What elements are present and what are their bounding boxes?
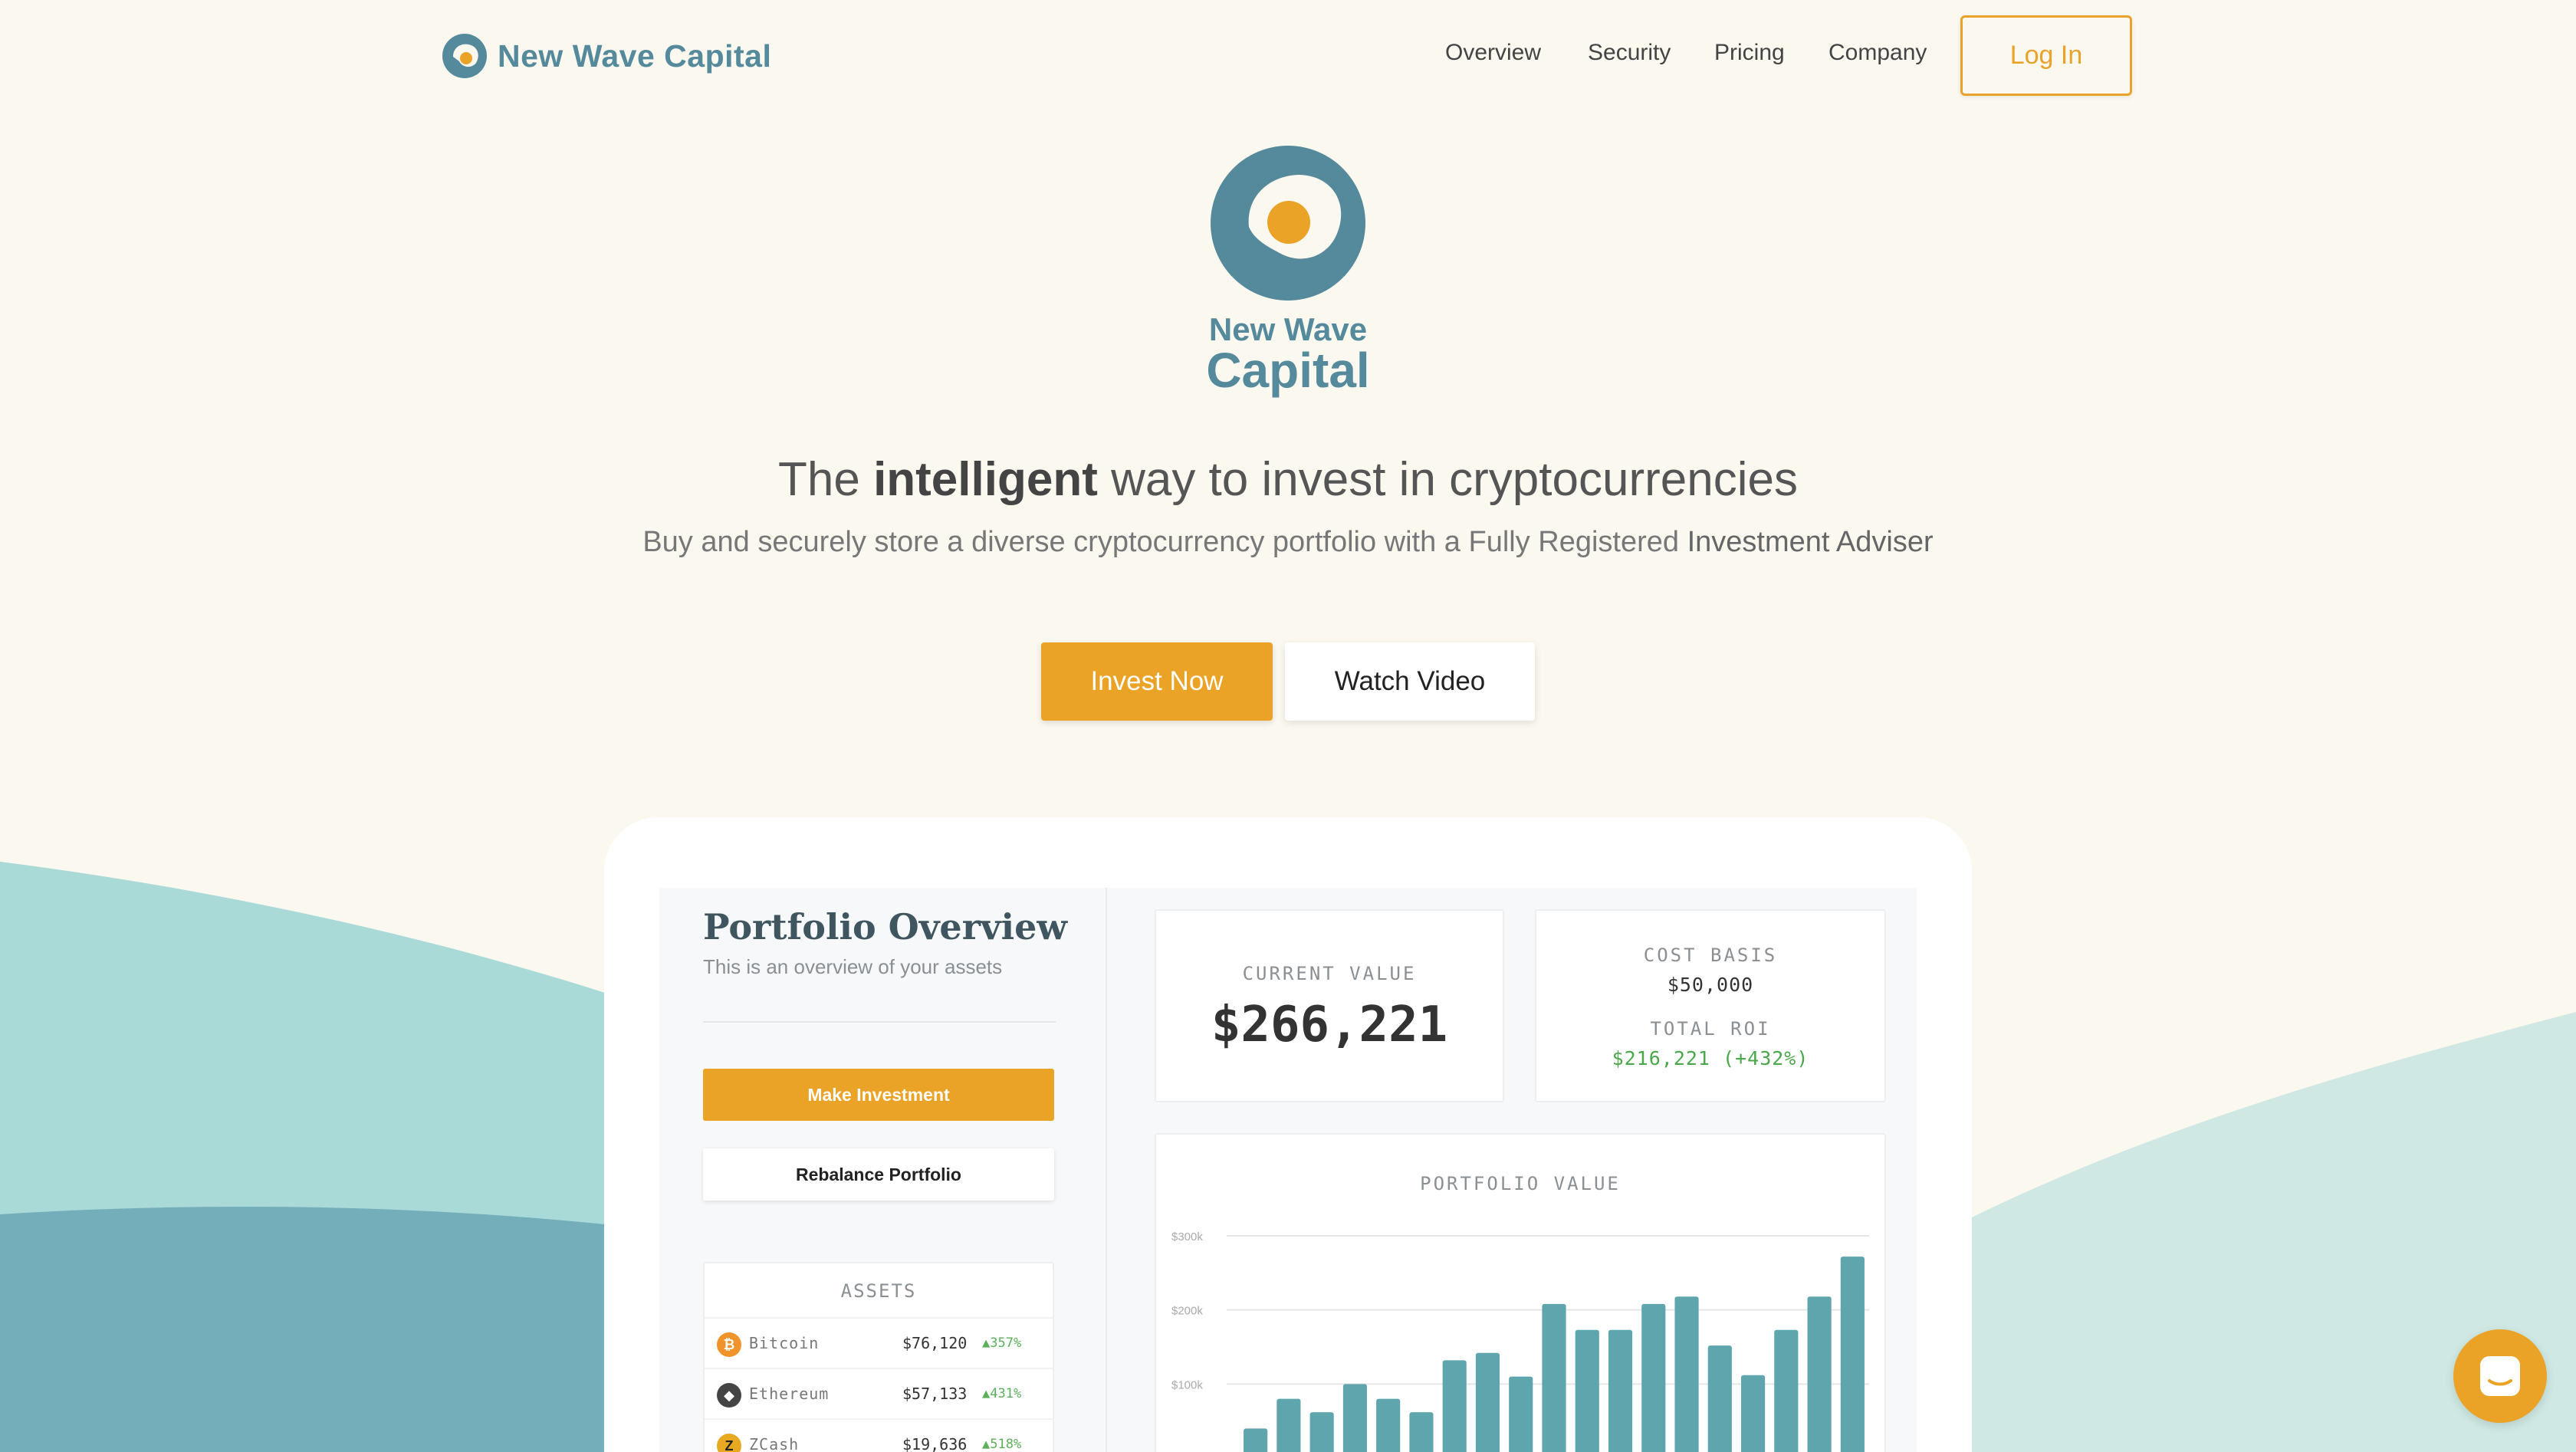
- chart-bar[interactable]: [1376, 1398, 1401, 1452]
- bitcoin-icon: ₿: [717, 1332, 741, 1357]
- chart-bar[interactable]: [1475, 1352, 1500, 1452]
- chat-launcher-button[interactable]: [2453, 1329, 2547, 1423]
- chart-bar[interactable]: [1674, 1296, 1699, 1452]
- asset-name: ZCash: [749, 1435, 800, 1452]
- chart-bar[interactable]: [1807, 1296, 1832, 1452]
- asset-row-bitcoin[interactable]: ₿ Bitcoin $76,120 ▲357%: [705, 1317, 1053, 1368]
- chart-bar[interactable]: [1309, 1412, 1334, 1452]
- chart-bar[interactable]: [1575, 1329, 1599, 1452]
- y-tick-label: $200k: [1171, 1305, 1203, 1318]
- hero-headline: The intelligent way to invest in cryptoc…: [0, 452, 2576, 507]
- cost-basis-card: COST BASIS $50,000 TOTAL ROI $216,221 (+…: [1535, 909, 1886, 1102]
- hero-subheadline: Buy and securely store a diverse cryptoc…: [0, 526, 2576, 559]
- chart-bar[interactable]: [1741, 1375, 1766, 1452]
- nav-pricing[interactable]: Pricing: [1714, 40, 1785, 66]
- current-value-label: CURRENT VALUE: [1242, 963, 1417, 984]
- site-header: New Wave Capital Overview Security Prici…: [0, 0, 2576, 112]
- total-roi-label: TOTAL ROI: [1650, 1018, 1771, 1040]
- chart-bar[interactable]: [1542, 1303, 1566, 1452]
- hero-logo-line2: Capital: [1206, 343, 1370, 398]
- chart-bar[interactable]: [1276, 1398, 1301, 1452]
- y-tick-label: $300k: [1171, 1230, 1203, 1243]
- chart-bar[interactable]: [1641, 1303, 1666, 1452]
- headline-post: way to invest in cryptocurrencies: [1097, 453, 1798, 506]
- chart-bar[interactable]: [1774, 1329, 1799, 1452]
- nav-overview[interactable]: Overview: [1445, 40, 1541, 66]
- chart-bar[interactable]: [1509, 1376, 1533, 1452]
- login-button[interactable]: Log In: [1960, 15, 2132, 96]
- asset-row-zcash[interactable]: Z ZCash $19,636 ▲518%: [705, 1418, 1053, 1452]
- subline-pre: Buy and securely store a diverse cryptoc…: [642, 526, 1687, 558]
- portfolio-value-chart: PORTFOLIO VALUE $0$100k$200k$300k: [1155, 1133, 1886, 1452]
- asset-change: ▲518%: [982, 1437, 1022, 1452]
- asset-value: $76,120: [902, 1334, 968, 1352]
- chart-bar[interactable]: [1342, 1384, 1367, 1452]
- asset-value: $57,133: [902, 1385, 968, 1403]
- ethereum-icon: ◆: [717, 1383, 741, 1408]
- brand-name: New Wave Capital: [498, 38, 772, 74]
- cost-basis-value: $50,000: [1667, 974, 1754, 996]
- asset-value: $19,636: [902, 1435, 968, 1452]
- headline-pre: The: [778, 453, 874, 506]
- assets-title: ASSETS: [840, 1280, 917, 1302]
- rebalance-portfolio-button[interactable]: Rebalance Portfolio: [703, 1148, 1054, 1201]
- portfolio-bar-chart: $0$100k$200k$300k: [1171, 1230, 1869, 1452]
- dashboard-preview: Portfolio Overview This is an overview o…: [659, 888, 1917, 1452]
- nav-security[interactable]: Security: [1588, 40, 1671, 66]
- chart-bar[interactable]: [1442, 1360, 1467, 1452]
- subline-bold: Investment Adviser: [1687, 526, 1934, 558]
- chart-bar[interactable]: [1840, 1257, 1865, 1452]
- invest-now-button[interactable]: Invest Now: [1041, 642, 1273, 721]
- asset-row-ethereum[interactable]: ◆ Ethereum $57,133 ▲431%: [705, 1368, 1053, 1418]
- asset-change: ▲357%: [982, 1335, 1022, 1351]
- divider: [703, 1021, 1056, 1023]
- make-investment-button[interactable]: Make Investment: [703, 1069, 1054, 1121]
- brand-logo[interactable]: New Wave Capital: [442, 34, 771, 78]
- cost-basis-label: COST BASIS: [1643, 944, 1778, 966]
- dashboard-sidebar: Portfolio Overview This is an overview o…: [659, 888, 1107, 1452]
- headline-bold: intelligent: [873, 453, 1098, 506]
- chart-bar[interactable]: [1608, 1329, 1633, 1452]
- current-value: $266,221: [1211, 997, 1448, 1053]
- y-tick-label: $100k: [1171, 1378, 1203, 1391]
- asset-name: Bitcoin: [749, 1334, 820, 1352]
- watch-video-button[interactable]: Watch Video: [1285, 642, 1535, 721]
- chart-bar[interactable]: [1244, 1428, 1268, 1452]
- zcash-icon: Z: [717, 1434, 741, 1452]
- nav-company[interactable]: Company: [1829, 40, 1927, 66]
- dashboard-title: Portfolio Overview: [703, 906, 1068, 948]
- current-value-card: CURRENT VALUE $266,221: [1155, 909, 1504, 1102]
- asset-name: Ethereum: [749, 1385, 830, 1403]
- chat-icon: [2480, 1356, 2520, 1396]
- total-roi-value: $216,221 (+432%): [1612, 1047, 1809, 1069]
- assets-panel: ASSETS ₿ Bitcoin $76,120 ▲357% ◆ Ethereu…: [703, 1262, 1054, 1452]
- asset-change: ▲431%: [982, 1386, 1022, 1401]
- chart-bar[interactable]: [1409, 1412, 1434, 1452]
- wave-logo-icon: [442, 34, 487, 78]
- dashboard-subtitle: This is an overview of your assets: [703, 955, 1003, 978]
- chart-bar[interactable]: [1707, 1345, 1732, 1452]
- hero-wave-logo-icon: [1211, 146, 1365, 301]
